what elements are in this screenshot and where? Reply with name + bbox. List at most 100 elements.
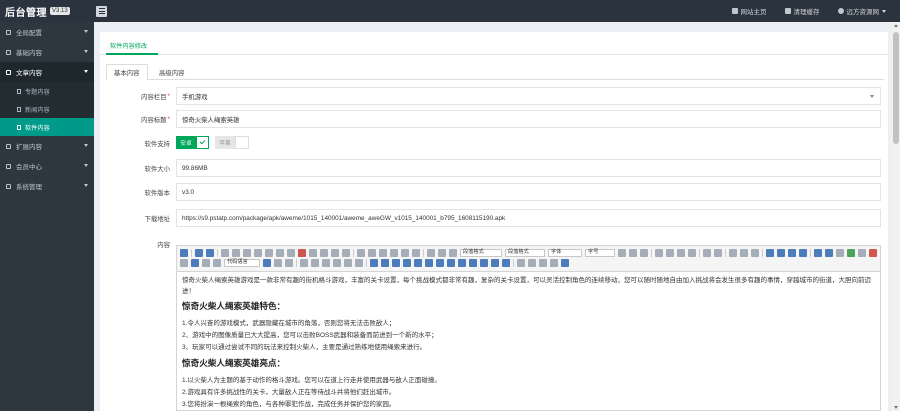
tab-advanced[interactable]: 高级内容 [152,64,192,80]
delete-row-icon[interactable] [414,259,422,267]
version-input[interactable]: v3.0 [176,183,881,201]
simple-upload-icon[interactable] [814,249,822,257]
font-border-icon[interactable] [254,249,262,257]
row-spacing-top-icon[interactable] [427,249,435,257]
font-size-select[interactable]: 字号 [585,249,615,257]
android-option[interactable]: 安卓 [176,136,196,149]
size-input[interactable]: 99.86MB [176,159,881,177]
superscript-icon[interactable] [276,249,284,257]
code-language-select[interactable]: 代码语言 [224,259,260,267]
horizontal-rule-icon[interactable] [300,259,308,267]
highlight-icon[interactable] [368,249,376,257]
user-menu[interactable]: 远方资源网 [837,6,886,16]
background-icon[interactable] [285,259,293,267]
source-icon[interactable] [180,249,188,257]
ltr-icon[interactable] [618,249,626,257]
scroll-up-icon[interactable] [894,24,898,27]
insert-row-icon[interactable] [403,259,411,267]
insert-table-icon[interactable] [370,259,378,267]
sidebar-item-basic-content[interactable]: 基础内容 [0,42,94,62]
drafts-icon[interactable] [550,259,558,267]
emotion-icon[interactable] [836,249,844,257]
music-icon[interactable] [869,249,877,257]
strikethrough-icon[interactable] [265,249,273,257]
remove-format-icon[interactable] [298,249,306,257]
unordered-list-icon[interactable] [390,249,398,257]
align-left-icon[interactable] [655,249,663,257]
preview-icon[interactable] [528,259,536,267]
insert-image-icon[interactable] [825,249,833,257]
attachment-icon[interactable] [180,259,188,267]
touppercase-icon[interactable] [703,249,711,257]
sidebar-item-global-config[interactable]: 全局配置 [0,22,94,42]
scrollbar-thumb[interactable] [893,32,899,144]
template-icon[interactable] [274,259,282,267]
font-family-select[interactable]: 字体 [548,249,582,257]
align-center-icon[interactable] [666,249,674,257]
scrawl-icon[interactable] [847,249,855,257]
paragraph-format-select[interactable]: 段落格式 [505,249,545,257]
image-left-icon[interactable] [777,249,785,257]
image-none-icon[interactable] [766,249,774,257]
download-url-input[interactable]: https://s9.pstatp.com/package/apk/aweme/… [176,209,881,227]
column-select[interactable]: 手机游戏 [176,87,881,105]
sidebar-item-member-center[interactable]: 会员中心 [0,156,94,176]
image-right-icon[interactable] [788,249,796,257]
sidebar-item-extended-content[interactable]: 扩展内容 [0,136,94,156]
italic-icon[interactable] [232,249,240,257]
help-icon[interactable] [561,259,569,267]
ios-option[interactable]: 苹果 [215,136,235,149]
insert-code-icon[interactable] [213,259,221,267]
select-all-icon[interactable] [401,249,409,257]
site-home-link[interactable]: 网站主页 [731,6,767,16]
tolowercase-icon[interactable] [714,249,722,257]
page-break-icon[interactable] [263,259,271,267]
clear-doc-icon[interactable] [412,249,420,257]
indent-icon[interactable] [640,249,648,257]
tab-basic[interactable]: 基本内容 [106,64,148,81]
map-icon[interactable] [191,259,199,267]
clear-cache-link[interactable]: 清理缓存 [784,6,820,16]
sidebar-item-software-content[interactable]: 软件内容 [0,118,94,136]
delete-table-icon[interactable] [381,259,389,267]
sidebar-item-system-management[interactable]: 系统管理 [0,176,94,196]
editor-content[interactable]: 惊奇火柴人绳索英雄游戏是一款非常有趣的街机格斗游戏，丰富的关卡设置，每个挑战模式… [177,272,880,410]
print-icon[interactable] [517,259,525,267]
scroll-down-icon[interactable] [894,406,898,409]
ios-checkbox[interactable] [235,136,249,149]
undo-icon[interactable] [195,249,203,257]
wordimage-icon[interactable] [355,259,363,267]
align-justify-icon[interactable] [688,249,696,257]
font-color-icon[interactable] [357,249,365,257]
title-input[interactable]: 惊奇火柴人绳索英雄 [176,110,881,128]
custom-title-select[interactable]: 段落格式 [460,249,502,257]
brand[interactable]: 后台管理 V3.13 [0,0,94,22]
blockquote-icon[interactable] [331,249,339,257]
anchor-icon[interactable] [751,249,759,257]
merge-down-icon[interactable] [469,259,477,267]
insert-video-icon[interactable] [858,249,866,257]
sidebar-toggle-button[interactable] [96,5,107,17]
insert-paragraph-icon[interactable] [392,259,400,267]
time-icon[interactable] [322,259,330,267]
insert-frame-icon[interactable] [202,259,210,267]
merge-right-icon[interactable] [458,259,466,267]
align-right-icon[interactable] [677,249,685,257]
auto-typeset-icon[interactable] [320,249,328,257]
redo-icon[interactable] [206,249,214,257]
spechars-icon[interactable] [333,259,341,267]
date-icon[interactable] [311,259,319,267]
plaintext-icon[interactable] [342,249,350,257]
split-cols-icon[interactable] [502,259,510,267]
link-icon[interactable] [729,249,737,257]
delete-col-icon[interactable] [436,259,444,267]
subscript-icon[interactable] [287,249,295,257]
ordered-list-icon[interactable] [379,249,387,257]
sidebar-item-article-content[interactable]: 文章内容 [0,62,94,82]
line-height-icon[interactable] [449,249,457,257]
sidebar-item-news-content[interactable]: 新闻内容 [0,100,94,118]
bold-icon[interactable] [221,249,229,257]
row-spacing-bottom-icon[interactable] [438,249,446,257]
unlink-icon[interactable] [740,249,748,257]
android-checkbox[interactable] [196,136,209,149]
